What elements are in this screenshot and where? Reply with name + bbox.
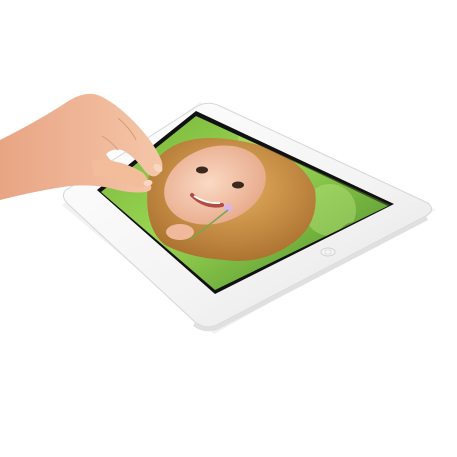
- tablet-illustration: [0, 93, 436, 334]
- product-photo: [0, 0, 457, 457]
- hand: [0, 93, 163, 200]
- home-button-icon[interactable]: [320, 247, 336, 257]
